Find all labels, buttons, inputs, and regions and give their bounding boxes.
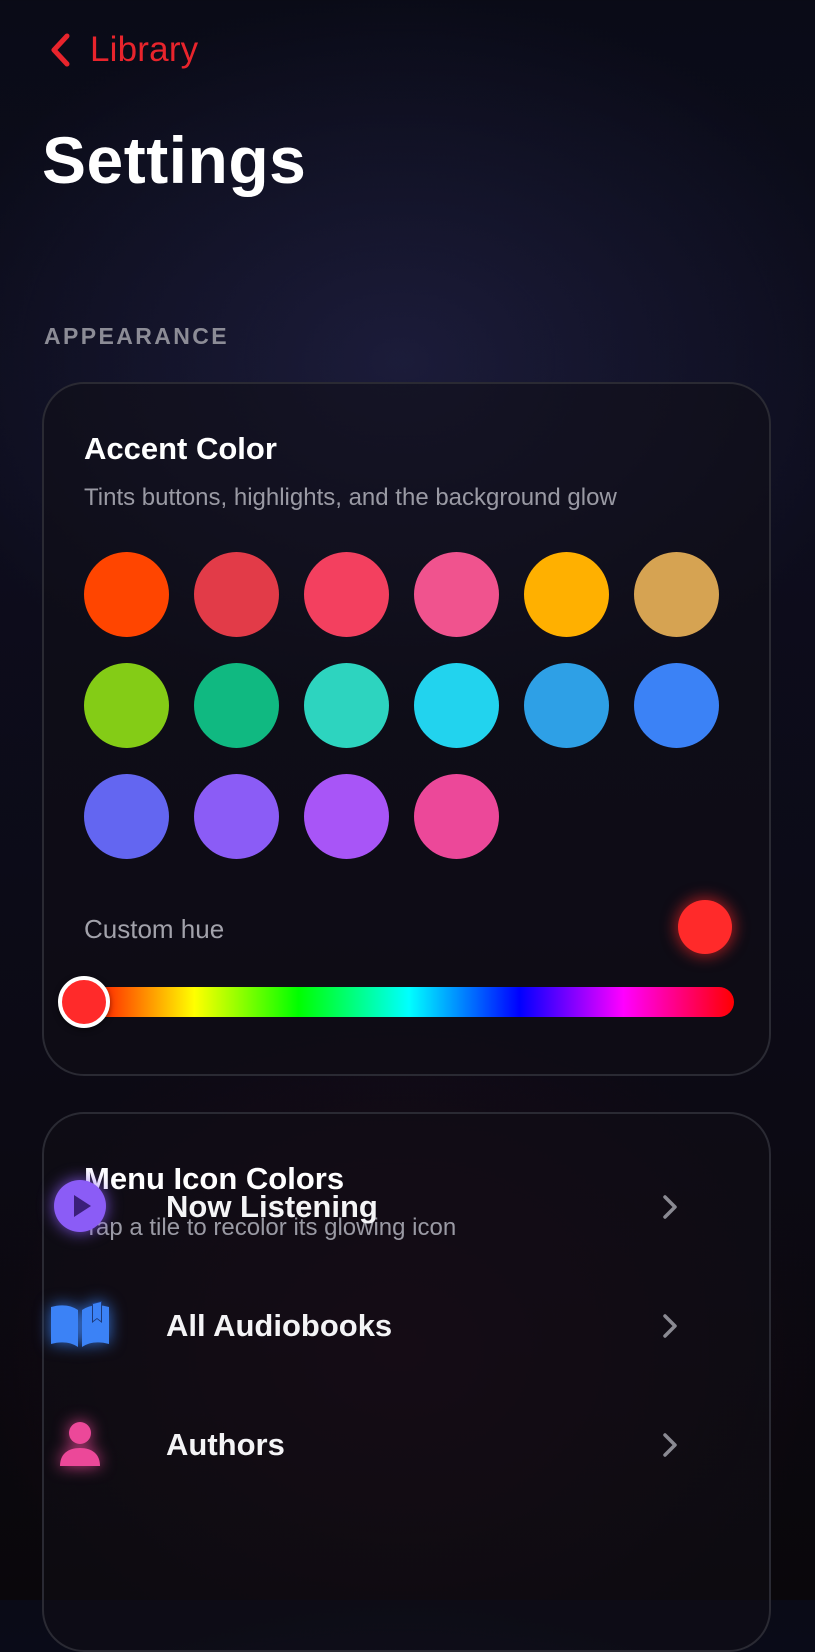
color-swatch[interactable]	[84, 663, 169, 748]
hue-slider[interactable]	[58, 976, 734, 1028]
color-swatch[interactable]	[634, 663, 719, 748]
back-button[interactable]: Library	[50, 28, 198, 72]
person-icon	[46, 1412, 114, 1476]
play-circle-icon	[46, 1174, 114, 1238]
menu-item-label: Now Listening	[166, 1189, 378, 1224]
chevron-right-icon	[663, 1314, 677, 1338]
menu-item-label: All Audiobooks	[166, 1308, 393, 1343]
accent-color-subtitle: Tints buttons, highlights, and the backg…	[84, 484, 617, 511]
color-swatch[interactable]	[414, 774, 499, 859]
color-swatch[interactable]	[304, 663, 389, 748]
color-swatch[interactable]	[634, 552, 719, 637]
color-swatch[interactable]	[414, 663, 499, 748]
color-swatch[interactable]	[524, 552, 609, 637]
color-swatch[interactable]	[84, 552, 169, 637]
menu-item-all-audiobooks[interactable]: All Audiobooks	[40, 1280, 690, 1370]
color-swatch[interactable]	[414, 552, 499, 637]
color-swatch[interactable]	[304, 774, 389, 859]
chevron-right-icon	[663, 1195, 677, 1219]
color-swatch[interactable]	[84, 774, 169, 859]
open-book-icon	[46, 1293, 114, 1357]
menu-item-label: Authors	[166, 1427, 285, 1462]
color-swatch[interactable]	[194, 552, 279, 637]
custom-hue-preview	[678, 900, 732, 954]
custom-hue-label: Custom hue	[84, 914, 225, 944]
hue-slider-thumb[interactable]	[58, 976, 110, 1028]
color-swatch[interactable]	[304, 552, 389, 637]
section-label-appearance: APPEARANCE	[44, 323, 230, 349]
accent-swatch-grid	[84, 552, 724, 859]
chevron-left-icon	[51, 33, 70, 67]
chevron-right-icon	[663, 1433, 677, 1457]
menu-item-authors[interactable]: Authors	[40, 1399, 690, 1489]
color-swatch[interactable]	[524, 663, 609, 748]
menu-item-now-listening[interactable]: Now Listening	[40, 1161, 690, 1251]
hue-slider-track[interactable]	[84, 987, 734, 1017]
color-swatch[interactable]	[194, 774, 279, 859]
accent-color-card: Accent Color Tints buttons, highlights, …	[42, 382, 771, 1076]
accent-color-title: Accent Color	[84, 431, 277, 466]
page-title: Settings	[42, 123, 307, 197]
color-swatch[interactable]	[194, 663, 279, 748]
back-label: Library	[90, 30, 199, 69]
